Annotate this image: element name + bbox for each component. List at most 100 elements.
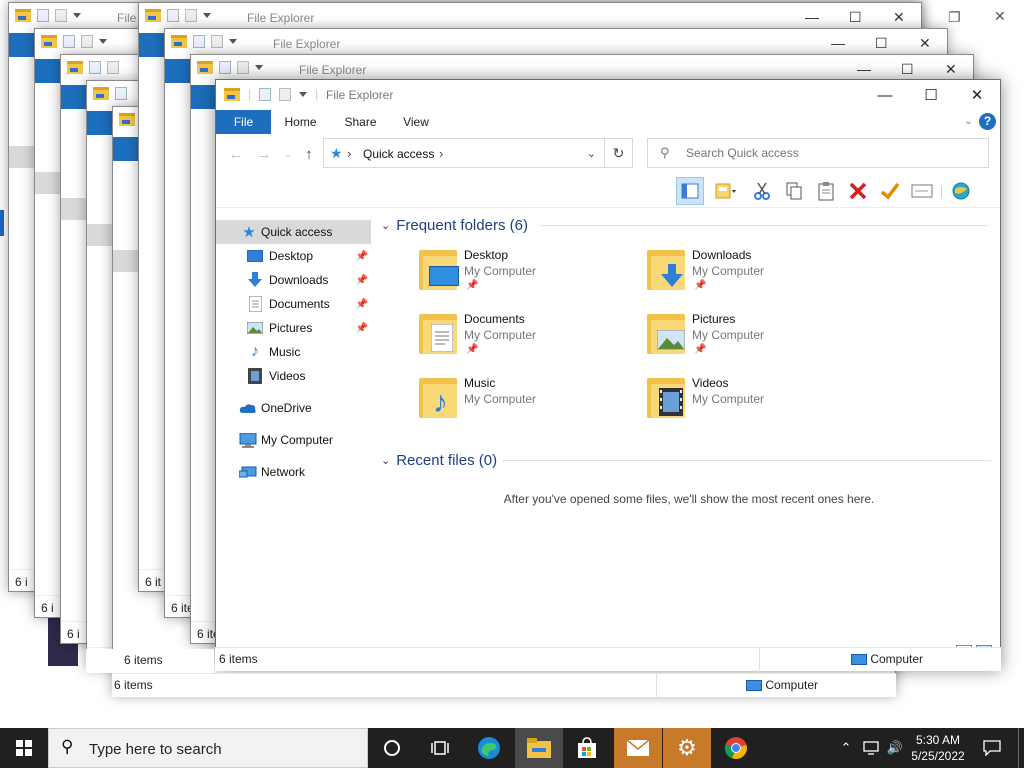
volume-icon[interactable]: 🔊: [884, 728, 906, 768]
breadcrumb-separator-icon[interactable]: ›: [347, 146, 351, 161]
system-clock[interactable]: 5:30 AM 5/25/2022: [906, 732, 970, 764]
copy-icon[interactable]: [780, 177, 808, 205]
network-status-icon[interactable]: [860, 728, 882, 768]
settings-gear-icon[interactable]: ⚙: [663, 728, 711, 768]
task-view-icon[interactable]: [417, 728, 463, 768]
preview-pane-icon[interactable]: [708, 177, 744, 205]
minimize-button[interactable]: —: [831, 35, 845, 51]
properties-icon[interactable]: [37, 9, 49, 22]
sidebar-item-network[interactable]: Network: [216, 460, 371, 484]
chevron-down-icon[interactable]: [99, 39, 107, 44]
edge-browser-icon[interactable]: [466, 728, 512, 768]
maximize-button[interactable]: ☐: [901, 61, 914, 78]
maximize-button[interactable]: ☐: [849, 9, 862, 26]
address-dropdown-chevron-icon[interactable]: ⌄: [587, 147, 596, 160]
new-folder-icon[interactable]: [107, 61, 119, 74]
new-folder-icon[interactable]: [237, 61, 249, 74]
collapse-chevron-icon[interactable]: ⌄: [381, 219, 390, 232]
frequent-folders-header[interactable]: ⌄ Frequent folders (6): [381, 214, 528, 236]
search-box[interactable]: ⚲: [647, 138, 989, 168]
tab-file[interactable]: [191, 85, 217, 109]
new-folder-icon[interactable]: [55, 9, 67, 22]
tab-file[interactable]: [35, 59, 61, 83]
pin-icon[interactable]: 📌: [356, 251, 368, 262]
show-desktop-button[interactable]: [1018, 728, 1024, 768]
sidebar-item-music[interactable]: ♪ Music: [216, 340, 371, 364]
tab-home[interactable]: Home: [278, 110, 323, 134]
chevron-down-icon[interactable]: [203, 13, 211, 18]
tab-file[interactable]: [113, 137, 139, 161]
refresh-button[interactable]: ↻: [605, 138, 633, 168]
sidebar-item-documents[interactable]: Documents 📌: [216, 292, 371, 316]
sidebar-item-pictures[interactable]: Pictures 📌: [216, 316, 371, 340]
sidebar-item-quick-access[interactable]: ★ Quick access: [216, 220, 371, 244]
customize-toolbar-chevron-icon[interactable]: [299, 91, 308, 97]
expand-ribbon-chevron-icon[interactable]: ⌄: [964, 114, 973, 127]
pin-icon[interactable]: 📌: [356, 275, 368, 286]
folder-tile-pictures[interactable]: Pictures My Computer 📌: [645, 310, 865, 368]
store-icon[interactable]: [564, 728, 610, 768]
breadcrumb-quick-access[interactable]: Quick access: [363, 147, 434, 161]
sidebar-item-desktop[interactable]: Desktop 📌: [216, 244, 371, 268]
file-explorer-taskbar-icon[interactable]: [515, 728, 563, 768]
properties-icon[interactable]: [193, 35, 205, 48]
maximize-button[interactable]: ☐: [875, 35, 888, 52]
close-button[interactable]: ✕: [945, 61, 957, 78]
globe-icon[interactable]: [947, 177, 975, 205]
properties-icon[interactable]: [89, 61, 101, 74]
delete-icon[interactable]: [844, 177, 872, 205]
tab-file[interactable]: [139, 33, 165, 57]
folder-tile-documents[interactable]: Documents My Computer 📌: [417, 310, 637, 368]
sidebar-item-videos[interactable]: Videos: [216, 364, 371, 388]
close-button[interactable]: ✕: [954, 80, 1000, 110]
back-arrow-icon[interactable]: ←: [226, 144, 246, 164]
properties-icon[interactable]: [219, 61, 231, 74]
minimize-button[interactable]: —: [805, 9, 819, 25]
folder-tile-desktop[interactable]: Desktop My Computer 📌: [417, 246, 637, 304]
new-folder-icon[interactable]: [185, 9, 197, 22]
forward-arrow-icon[interactable]: →: [254, 144, 274, 164]
title-bar[interactable]: | | File Explorer — ☐ ✕: [216, 80, 1000, 110]
pin-icon[interactable]: 📌: [356, 299, 368, 310]
tab-file[interactable]: [87, 111, 113, 135]
search-input[interactable]: [686, 146, 976, 160]
tab-view[interactable]: View: [394, 110, 438, 134]
help-icon[interactable]: ?: [979, 113, 996, 130]
tab-share[interactable]: Share: [338, 110, 383, 134]
breadcrumb-separator-icon[interactable]: ›: [439, 146, 443, 161]
chevron-down-icon[interactable]: [229, 39, 237, 44]
paste-icon[interactable]: [812, 177, 840, 205]
tab-file[interactable]: [9, 33, 37, 57]
collapse-chevron-icon[interactable]: ⌄: [381, 454, 390, 467]
task-view-cortana-icon[interactable]: [369, 728, 415, 768]
sidebar-item-my-computer[interactable]: My Computer: [216, 428, 371, 452]
up-arrow-icon[interactable]: ↑: [299, 144, 319, 164]
mail-icon[interactable]: [614, 728, 662, 768]
properties-icon[interactable]: [63, 35, 75, 48]
new-folder-icon[interactable]: [81, 35, 93, 48]
properties-icon[interactable]: [259, 87, 272, 101]
close-button[interactable]: ✕: [893, 9, 905, 26]
recent-locations-chevron-icon[interactable]: ⌄: [278, 144, 298, 164]
sidebar-item-downloads[interactable]: Downloads 📌: [216, 268, 371, 292]
chrome-browser-icon[interactable]: [712, 728, 760, 768]
new-folder-icon[interactable]: [279, 87, 292, 101]
pin-icon[interactable]: 📌: [356, 323, 368, 334]
tab-file[interactable]: File: [216, 110, 271, 134]
start-button[interactable]: [0, 728, 48, 768]
properties-icon[interactable]: [167, 9, 179, 22]
chevron-down-icon[interactable]: [255, 65, 263, 70]
minimize-button[interactable]: —: [857, 61, 871, 77]
address-bar[interactable]: ★ › Quick access › ⌄: [323, 138, 605, 168]
close-icon[interactable]: ✕: [994, 8, 1006, 25]
sidebar-item-onedrive[interactable]: OneDrive: [216, 396, 371, 420]
restore-icon[interactable]: ❐: [948, 9, 961, 26]
tab-file[interactable]: [61, 85, 87, 109]
properties-icon[interactable]: [115, 87, 127, 100]
minimize-button[interactable]: —: [862, 80, 908, 110]
file-explorer-window[interactable]: | | File Explorer — ☐ ✕ File Home Share …: [215, 79, 1001, 670]
checkmark-icon[interactable]: [876, 177, 904, 205]
folder-tile-music[interactable]: ♪ Music My Computer: [417, 374, 637, 432]
recent-files-header[interactable]: ⌄ Recent files (0): [381, 449, 497, 471]
folder-tile-videos[interactable]: Videos My Computer: [645, 374, 865, 432]
